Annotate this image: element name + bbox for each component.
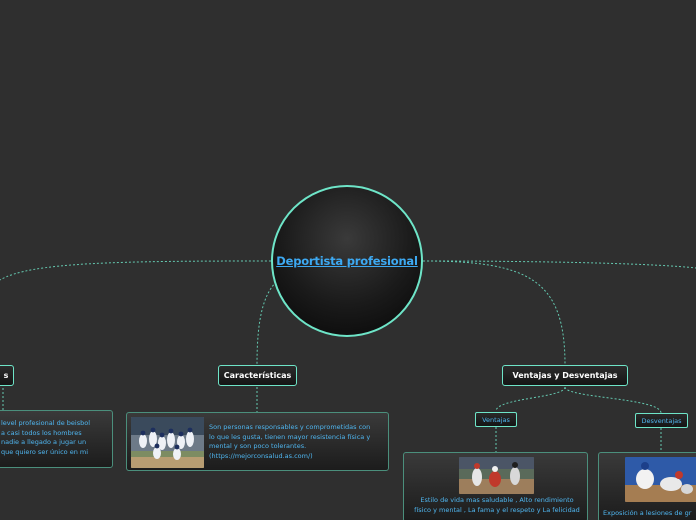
card-caracteristicas-line: Son personas responsables y comprometida… <box>209 423 371 431</box>
central-topic[interactable]: Deportista profesional <box>271 185 423 337</box>
topic-ventajas-desventajas[interactable]: Ventajas y Desventajas <box>502 365 628 386</box>
card-caracteristicas-link[interactable]: (https://mejorconsalud.as.com/) <box>209 452 387 462</box>
card-ventajas[interactable]: Estilo de vida mas saludable , Alto rend… <box>403 452 588 520</box>
card-left-text: level profesional de beisbol a casi todo… <box>1 419 116 457</box>
topic-left-partial[interactable]: s <box>0 365 14 386</box>
mindmap-canvas: Deportista profesional s Características… <box>0 0 696 520</box>
card-desventajas-line: Exposición a lesiones de gr <box>603 509 692 517</box>
subtopic-desventajas[interactable]: Desventajas <box>635 413 688 428</box>
central-topic-link[interactable]: Deportista profesional <box>276 254 418 268</box>
link-vd-to-desventajas <box>564 386 662 414</box>
baseball-play-photo <box>459 457 534 494</box>
card-ventajas-line: Estilo de vida mas saludable , Alto rend… <box>420 496 574 504</box>
card-caracteristicas[interactable]: Son personas responsables y comprometida… <box>126 412 389 471</box>
card-left-line: nadie a llegado a jugar un <box>1 438 87 446</box>
card-left-line: a casi todos los hombres <box>1 428 82 437</box>
card-left-line: level profesional de beisbol <box>1 419 91 427</box>
link-vd-to-ventajas <box>495 386 566 412</box>
topic-caracteristicas-label: Características <box>223 371 292 380</box>
subtopic-desventajas-label: Desventajas <box>641 416 682 425</box>
card-left-partial[interactable]: level profesional de beisbol a casi todo… <box>0 410 113 468</box>
baseball-slide-photo <box>625 457 696 502</box>
topic-ventajas-desventajas-label: Ventajas y Desventajas <box>512 371 618 380</box>
card-caracteristicas-text: Son personas responsables y comprometida… <box>209 423 387 461</box>
card-caracteristicas-line: lo que les gusta, tienen mayor resistenc… <box>209 432 371 441</box>
topic-left-label: s <box>3 371 9 380</box>
card-caracteristicas-line: mental y son poco tolerantes. <box>209 442 307 450</box>
card-desventajas[interactable]: Exposición a lesiones de gr <box>598 452 696 520</box>
topic-caracteristicas[interactable]: Características <box>218 365 297 386</box>
baseball-team-photo <box>131 417 204 468</box>
link-to-ventajas-desventajas <box>422 260 566 366</box>
card-left-line: que quiero ser único en mi <box>1 447 89 456</box>
card-desventajas-text: Exposición a lesiones de gr <box>603 509 696 519</box>
subtopic-ventajas[interactable]: Ventajas <box>475 412 517 427</box>
card-ventajas-text: Estilo de vida mas saludable , Alto rend… <box>408 496 586 515</box>
card-ventajas-line: físico y mental , La fama y el respeto y… <box>414 505 580 514</box>
link-to-left-topic <box>0 260 272 281</box>
subtopic-ventajas-label: Ventajas <box>482 415 510 424</box>
